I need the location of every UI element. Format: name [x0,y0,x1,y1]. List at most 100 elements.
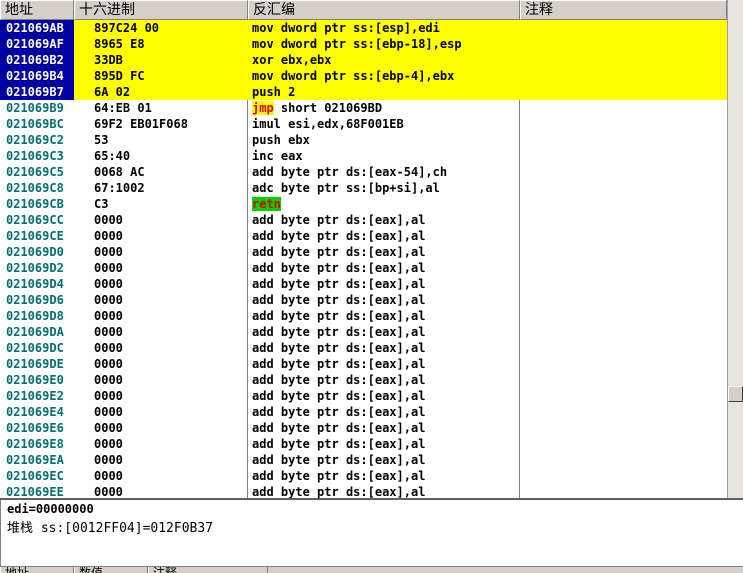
row-disassembly[interactable]: add byte ptr ds:[eax],al [252,468,518,484]
row-hex-bytes[interactable]: 0000 [94,308,244,324]
row-comment[interactable] [524,244,724,260]
row-disassembly[interactable]: inc eax [252,148,518,164]
row-comment[interactable] [524,196,724,212]
dump-header-address[interactable]: 地址 [0,567,74,573]
disasm-row[interactable]: 021069B7 6A 02 push 2 [0,84,727,100]
row-disassembly[interactable]: add byte ptr ds:[eax],al [252,212,518,228]
row-address[interactable]: 021069D8 [6,308,78,324]
row-disassembly[interactable]: add byte ptr ds:[eax],al [252,388,518,404]
row-comment[interactable] [524,132,724,148]
disasm-row[interactable]: 021069E8 0000 add byte ptr ds:[eax],al [0,436,727,452]
row-disassembly[interactable]: add byte ptr ds:[eax],al [252,292,518,308]
disasm-row[interactable]: 021069B9 64:EB 01 jmp short 021069BD [0,100,727,116]
disasm-row[interactable]: 021069D8 0000 add byte ptr ds:[eax],al [0,308,727,324]
row-address[interactable]: 021069B2 [6,52,78,68]
row-disassembly[interactable]: add byte ptr ds:[eax],al [252,308,518,324]
disasm-row[interactable]: 021069AB 897C24 00 mov dword ptr ss:[esp],… [0,20,727,36]
row-address[interactable]: 021069C8 [6,180,78,196]
row-comment[interactable] [524,420,724,436]
row-disassembly[interactable]: mov dword ptr ss:[ebp-4],ebx [252,68,518,84]
row-comment[interactable] [524,164,724,180]
disasm-row[interactable]: 021069C2 53 push ebx [0,132,727,148]
disasm-row[interactable]: 021069D2 0000 add byte ptr ds:[eax],al [0,260,727,276]
disasm-row[interactable]: 021069CE 0000 add byte ptr ds:[eax],al [0,228,727,244]
disasm-row[interactable]: 021069D6 0000 add byte ptr ds:[eax],al [0,292,727,308]
row-address[interactable]: 021069E2 [6,388,78,404]
row-hex-bytes[interactable]: 0000 [94,452,244,468]
row-disassembly[interactable]: add byte ptr ds:[eax],al [252,420,518,436]
column-header-comment[interactable]: 注释 [520,0,727,20]
row-comment[interactable] [524,228,724,244]
row-disassembly[interactable]: imul esi,edx,68F001EB [252,116,518,132]
row-comment[interactable] [524,52,724,68]
row-comment[interactable] [524,260,724,276]
row-hex-bytes[interactable]: 6A 02 [94,84,244,100]
disasm-row[interactable]: 021069C3 65:40 inc eax [0,148,727,164]
dump-header-data[interactable]: 数值 [74,567,148,573]
row-disassembly[interactable]: add byte ptr ds:[eax],al [252,356,518,372]
row-hex-bytes[interactable]: 67:1002 [94,180,244,196]
row-comment[interactable] [524,212,724,228]
row-hex-bytes[interactable]: 0000 [94,292,244,308]
row-hex-bytes[interactable]: 0000 [94,212,244,228]
column-header-disasm[interactable]: 反汇编 [248,0,520,20]
row-address[interactable]: 021069AB [6,20,78,36]
row-hex-bytes[interactable]: 33DB [94,52,244,68]
disasm-row[interactable]: 021069C5 0068 AC add byte ptr ds:[eax-54],… [0,164,727,180]
row-hex-bytes[interactable]: 64:EB 01 [94,100,244,116]
disasm-row[interactable]: 021069E6 0000 add byte ptr ds:[eax],al [0,420,727,436]
row-address[interactable]: 021069B4 [6,68,78,84]
row-comment[interactable] [524,340,724,356]
row-disassembly[interactable]: add byte ptr ds:[eax],al [252,404,518,420]
row-address[interactable]: 021069AF [6,36,78,52]
row-comment[interactable] [524,356,724,372]
row-disassembly[interactable]: add byte ptr ds:[eax],al [252,228,518,244]
scrollbar-thumb[interactable] [728,386,743,402]
row-hex-bytes[interactable]: 0000 [94,244,244,260]
row-disassembly[interactable]: push ebx [252,132,518,148]
disasm-row[interactable]: 021069E2 0000 add byte ptr ds:[eax],al [0,388,727,404]
row-comment[interactable] [524,36,724,52]
row-address[interactable]: 021069C5 [6,164,78,180]
disasm-row[interactable]: 021069E0 0000 add byte ptr ds:[eax],al [0,372,727,388]
row-hex-bytes[interactable]: 0000 [94,228,244,244]
row-comment[interactable] [524,116,724,132]
row-address[interactable]: 021069DE [6,356,78,372]
row-disassembly[interactable]: xor ebx,ebx [252,52,518,68]
row-address[interactable]: 021069B7 [6,84,78,100]
row-address[interactable]: 021069CC [6,212,78,228]
disasm-row[interactable]: 021069BC 69F2 EB01F068 imul esi,edx,68F001… [0,116,727,132]
row-comment[interactable] [524,436,724,452]
row-address[interactable]: 021069D6 [6,292,78,308]
disasm-row[interactable]: 021069CC 0000 add byte ptr ds:[eax],al [0,212,727,228]
row-disassembly[interactable]: add byte ptr ds:[eax],al [252,276,518,292]
row-hex-bytes[interactable]: 0000 [94,340,244,356]
row-hex-bytes[interactable]: 0068 AC [94,164,244,180]
row-comment[interactable] [524,292,724,308]
row-hex-bytes[interactable]: 53 [94,132,244,148]
row-disassembly[interactable]: jmp short 021069BD [252,100,518,116]
disasm-row[interactable]: 021069EC 0000 add byte ptr ds:[eax],al [0,468,727,484]
row-comment[interactable] [524,404,724,420]
row-hex-bytes[interactable]: C3 [94,196,244,212]
row-disassembly[interactable]: retn [252,196,518,212]
row-address[interactable]: 021069CB [6,196,78,212]
row-disassembly[interactable]: add byte ptr ds:[eax],al [252,436,518,452]
row-hex-bytes[interactable]: 8965 E8 [94,36,244,52]
row-hex-bytes[interactable]: 0000 [94,324,244,340]
row-address[interactable]: 021069BC [6,116,78,132]
row-comment[interactable] [524,324,724,340]
row-comment[interactable] [524,372,724,388]
disasm-row[interactable]: 021069B2 33DB xor ebx,ebx [0,52,727,68]
row-hex-bytes[interactable]: 895D FC [94,68,244,84]
row-disassembly[interactable]: mov dword ptr ss:[ebp-18],esp [252,36,518,52]
disasm-row[interactable]: 021069D4 0000 add byte ptr ds:[eax],al [0,276,727,292]
row-hex-bytes[interactable]: 0000 [94,404,244,420]
row-address[interactable]: 021069C3 [6,148,78,164]
row-disassembly[interactable]: add byte ptr ds:[eax-54],ch [252,164,518,180]
row-hex-bytes[interactable]: 0000 [94,356,244,372]
row-address[interactable]: 021069DA [6,324,78,340]
row-address[interactable]: 021069D0 [6,244,78,260]
row-address[interactable]: 021069DC [6,340,78,356]
row-comment[interactable] [524,68,724,84]
